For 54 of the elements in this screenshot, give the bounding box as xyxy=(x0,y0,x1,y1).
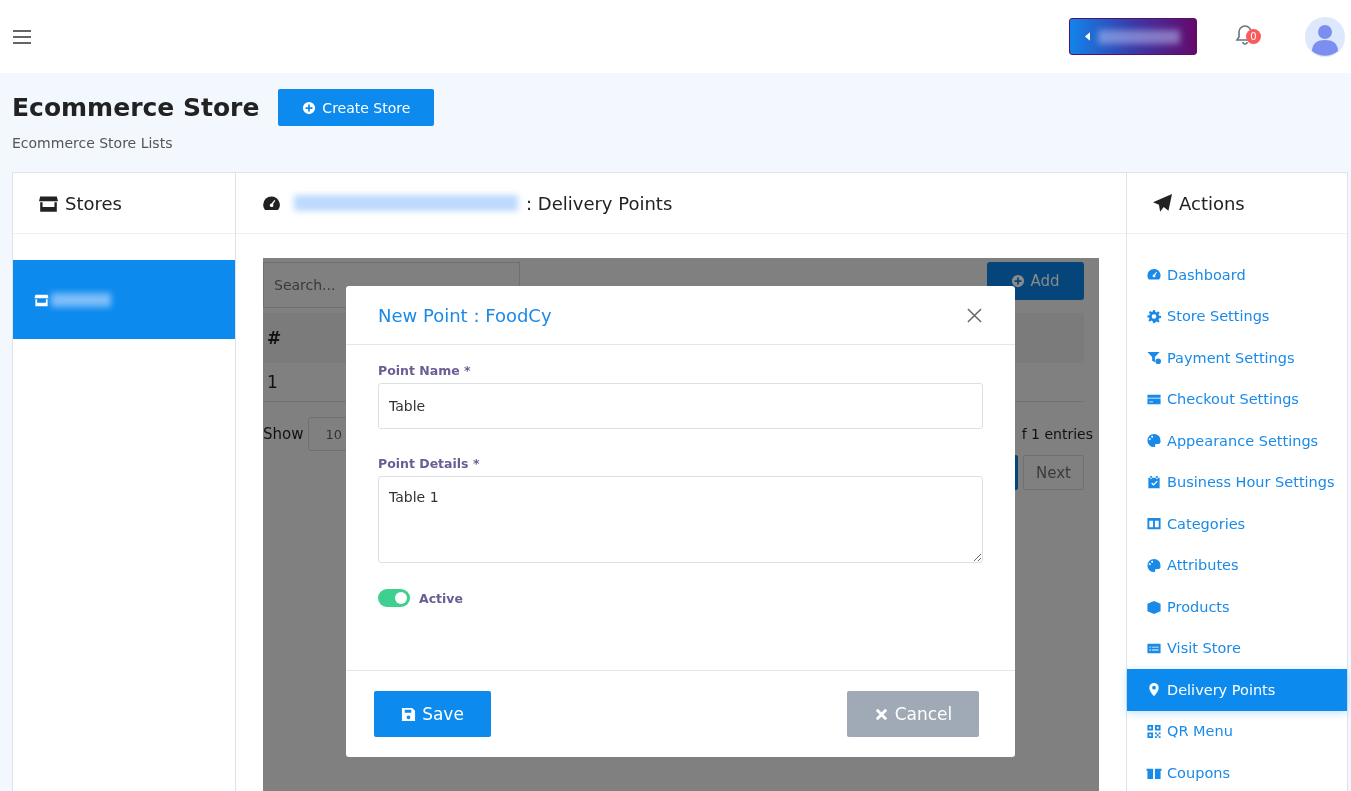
calendar-check-icon xyxy=(1146,474,1162,490)
entries-info: f 1 entries xyxy=(1021,426,1093,442)
caret-icon xyxy=(1085,32,1090,41)
toggle-label: Active xyxy=(419,590,463,606)
cancel-button[interactable]: Cancel xyxy=(847,691,979,737)
qr-code-icon xyxy=(1146,723,1162,739)
gauge-icon xyxy=(1146,267,1162,283)
action-item[interactable]: Business Hour Settings xyxy=(1127,461,1347,503)
action-item[interactable]: Dashboard xyxy=(1127,254,1347,296)
palette-icon xyxy=(1146,433,1162,449)
action-item[interactable]: Delivery Points xyxy=(1127,669,1347,711)
page-subtitle: Ecommerce Store Lists xyxy=(11,134,174,153)
action-item[interactable]: Payment Settings xyxy=(1127,337,1347,379)
action-item[interactable]: Visit Store xyxy=(1127,627,1347,669)
store-icon xyxy=(38,193,59,213)
gauge-icon xyxy=(261,193,282,213)
action-item[interactable]: QR Menu xyxy=(1127,710,1347,752)
action-item[interactable]: Checkout Settings xyxy=(1127,378,1347,420)
action-item[interactable]: Appearance Settings xyxy=(1127,420,1347,462)
panel-heading: : Delivery Points xyxy=(526,192,673,214)
active-toggle[interactable] xyxy=(378,589,410,607)
palette-icon xyxy=(1146,557,1162,573)
action-item[interactable]: Products xyxy=(1127,586,1347,628)
store-icon xyxy=(34,292,49,307)
field-label: Point Name * xyxy=(378,363,472,378)
action-item[interactable]: Categories xyxy=(1127,503,1347,545)
avatar-icon[interactable] xyxy=(1305,16,1345,57)
notification-badge: 0 xyxy=(1246,28,1261,44)
point-details-field[interactable]: Table 1 xyxy=(378,476,983,563)
show-label: Show xyxy=(263,425,304,443)
close-icon[interactable] xyxy=(967,307,982,323)
stores-heading: Stores xyxy=(65,192,122,214)
menu-icon[interactable] xyxy=(13,29,31,44)
redacted-text xyxy=(51,292,111,307)
save-button[interactable]: Save xyxy=(374,691,491,737)
column-header: # xyxy=(267,328,282,348)
paper-plane-icon xyxy=(1152,193,1173,213)
page-title: Ecommerce Store xyxy=(12,93,260,122)
actions-heading: Actions xyxy=(1179,192,1245,214)
close-icon xyxy=(873,706,889,722)
table-cell: 1 xyxy=(267,372,278,392)
point-name-field[interactable]: Table xyxy=(378,383,983,429)
action-item[interactable]: Store Settings xyxy=(1127,295,1347,337)
field-label: Point Details * xyxy=(378,456,481,471)
action-item[interactable]: Attributes xyxy=(1127,544,1347,586)
create-store-button[interactable]: Create Store xyxy=(278,89,435,126)
box-icon xyxy=(1146,599,1162,615)
page-button[interactable]: Next xyxy=(1023,455,1084,490)
map-pin-icon xyxy=(1146,682,1162,698)
action-item[interactable]: Coupons xyxy=(1127,752,1347,791)
gear-icon xyxy=(1146,308,1162,324)
funnel-icon xyxy=(1146,350,1162,366)
columns-icon xyxy=(1146,516,1162,532)
account-button[interactable] xyxy=(1069,18,1197,55)
